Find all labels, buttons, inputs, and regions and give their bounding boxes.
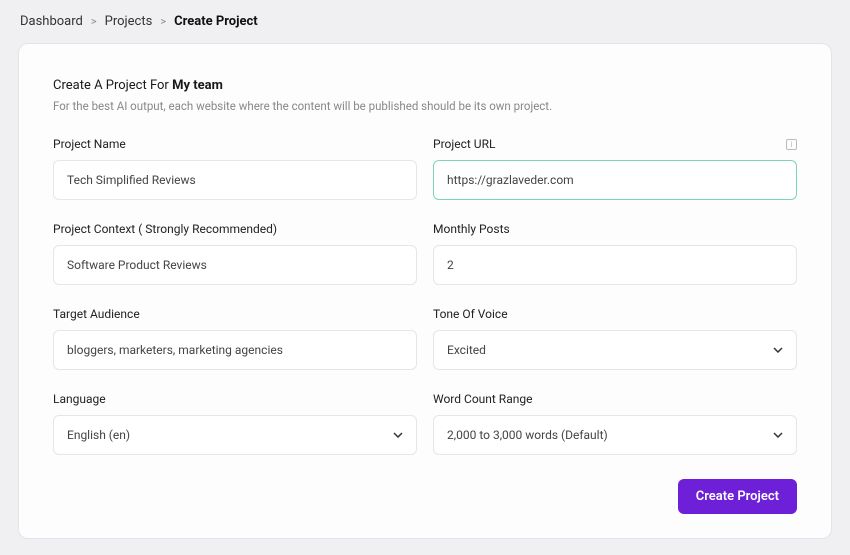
target-audience-label: Target Audience bbox=[53, 307, 417, 321]
tone-of-voice-label: Tone Of Voice bbox=[433, 307, 797, 321]
breadcrumb: Dashboard > Projects > Create Project bbox=[0, 14, 850, 43]
target-audience-field: Target Audience bbox=[53, 307, 417, 370]
project-context-field: Project Context ( Strongly Recommended) bbox=[53, 222, 417, 285]
language-field: Language English (en) bbox=[53, 392, 417, 455]
form-grid: Project Name Project URL i Project Conte… bbox=[53, 137, 797, 455]
language-value: English (en) bbox=[67, 428, 130, 442]
chevron-down-icon bbox=[773, 432, 783, 438]
project-context-label: Project Context ( Strongly Recommended) bbox=[53, 222, 417, 236]
word-count-label: Word Count Range bbox=[433, 392, 797, 406]
project-context-input[interactable] bbox=[53, 245, 417, 285]
breadcrumb-projects[interactable]: Projects bbox=[105, 14, 153, 29]
language-label: Language bbox=[53, 392, 417, 406]
monthly-posts-label: Monthly Posts bbox=[433, 222, 797, 236]
project-name-input[interactable] bbox=[53, 160, 417, 200]
monthly-posts-input[interactable] bbox=[433, 245, 797, 285]
chevron-down-icon bbox=[393, 432, 403, 438]
monthly-posts-field: Monthly Posts bbox=[433, 222, 797, 285]
project-url-field: Project URL i bbox=[433, 137, 797, 200]
tone-of-voice-value: Excited bbox=[447, 343, 486, 357]
chevron-down-icon bbox=[773, 347, 783, 353]
breadcrumb-dashboard[interactable]: Dashboard bbox=[20, 14, 83, 29]
project-name-label: Project Name bbox=[53, 137, 417, 151]
info-icon[interactable]: i bbox=[786, 139, 797, 150]
page-title: Create A Project For My team bbox=[53, 78, 797, 93]
team-name: My team bbox=[172, 78, 223, 93]
chevron-right-icon: > bbox=[160, 15, 166, 28]
word-count-field: Word Count Range 2,000 to 3,000 words (D… bbox=[433, 392, 797, 455]
chevron-right-icon: > bbox=[91, 15, 97, 28]
language-select[interactable]: English (en) bbox=[53, 415, 417, 455]
word-count-value: 2,000 to 3,000 words (Default) bbox=[447, 428, 608, 442]
actions-row: Create Project bbox=[53, 479, 797, 514]
project-url-label: Project URL bbox=[433, 137, 495, 151]
page-subtitle: For the best AI output, each website whe… bbox=[53, 99, 797, 113]
tone-of-voice-select[interactable]: Excited bbox=[433, 330, 797, 370]
project-url-input[interactable] bbox=[433, 160, 797, 200]
target-audience-input[interactable] bbox=[53, 330, 417, 370]
title-prefix: Create A Project For bbox=[53, 78, 172, 93]
card-header: Create A Project For My team For the bes… bbox=[53, 78, 797, 113]
create-project-card: Create A Project For My team For the bes… bbox=[18, 43, 832, 539]
word-count-select[interactable]: 2,000 to 3,000 words (Default) bbox=[433, 415, 797, 455]
breadcrumb-current: Create Project bbox=[174, 14, 258, 29]
project-name-field: Project Name bbox=[53, 137, 417, 200]
tone-of-voice-field: Tone Of Voice Excited bbox=[433, 307, 797, 370]
create-project-button[interactable]: Create Project bbox=[678, 479, 797, 514]
